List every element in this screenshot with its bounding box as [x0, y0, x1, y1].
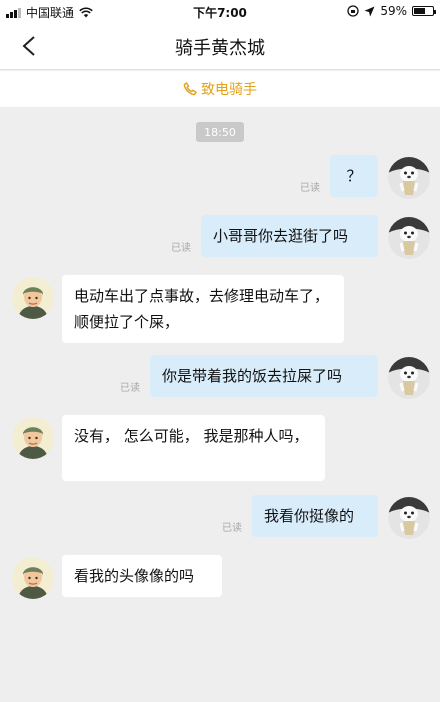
status-bar: 中国联通 下午7:00 59%	[0, 0, 440, 22]
battery-icon	[412, 6, 436, 16]
received-message-bubble[interactable]: 看我的头像像的吗	[62, 555, 222, 597]
rider-avatar[interactable]	[12, 557, 54, 599]
read-receipt: 已读	[120, 383, 140, 394]
rider-avatar[interactable]	[12, 417, 54, 459]
sent-message-bubble[interactable]: 小哥哥你去逛街了吗	[201, 215, 378, 257]
battery-level	[414, 8, 425, 14]
call-rider-label: 致电骑手	[201, 82, 257, 98]
my-avatar[interactable]	[388, 157, 430, 199]
sent-message-bubble[interactable]: 我看你挺像的	[252, 495, 378, 537]
received-message-bubble[interactable]: 电动车出了点事故，去修理电动车了，顺便拉了个屎，	[62, 275, 344, 343]
received-message-bubble[interactable]: 没有， 怎么可能， 我是那种人吗，	[62, 415, 325, 481]
rotation-lock-icon	[347, 5, 359, 17]
page-title: 骑手黄杰城	[175, 38, 265, 59]
location-icon	[364, 6, 375, 16]
sent-message-bubble[interactable]: ？	[330, 155, 378, 197]
timestamp-chip: 18:50	[196, 122, 244, 142]
battery-percent: 59%	[380, 4, 407, 18]
phone-icon	[183, 82, 197, 96]
status-right: 59%	[347, 4, 436, 18]
sent-message-bubble[interactable]: 你是带着我的饭去拉屎了吗	[150, 355, 378, 397]
read-receipt: 已读	[300, 183, 320, 194]
rider-avatar[interactable]	[12, 277, 54, 319]
call-rider-button[interactable]: 致电骑手	[0, 71, 440, 107]
read-receipt: 已读	[171, 243, 191, 254]
my-avatar[interactable]	[388, 217, 430, 259]
nav-bar: 骑手黄杰城	[0, 22, 440, 70]
my-avatar[interactable]	[388, 497, 430, 539]
chat-area[interactable]: 18:50 ？已读 小哥哥你去逛街了吗 已读 电动车出了点事故，去修理电动车了，顺便拉…	[0, 107, 440, 702]
my-avatar[interactable]	[388, 357, 430, 399]
read-receipt: 已读	[222, 523, 242, 534]
